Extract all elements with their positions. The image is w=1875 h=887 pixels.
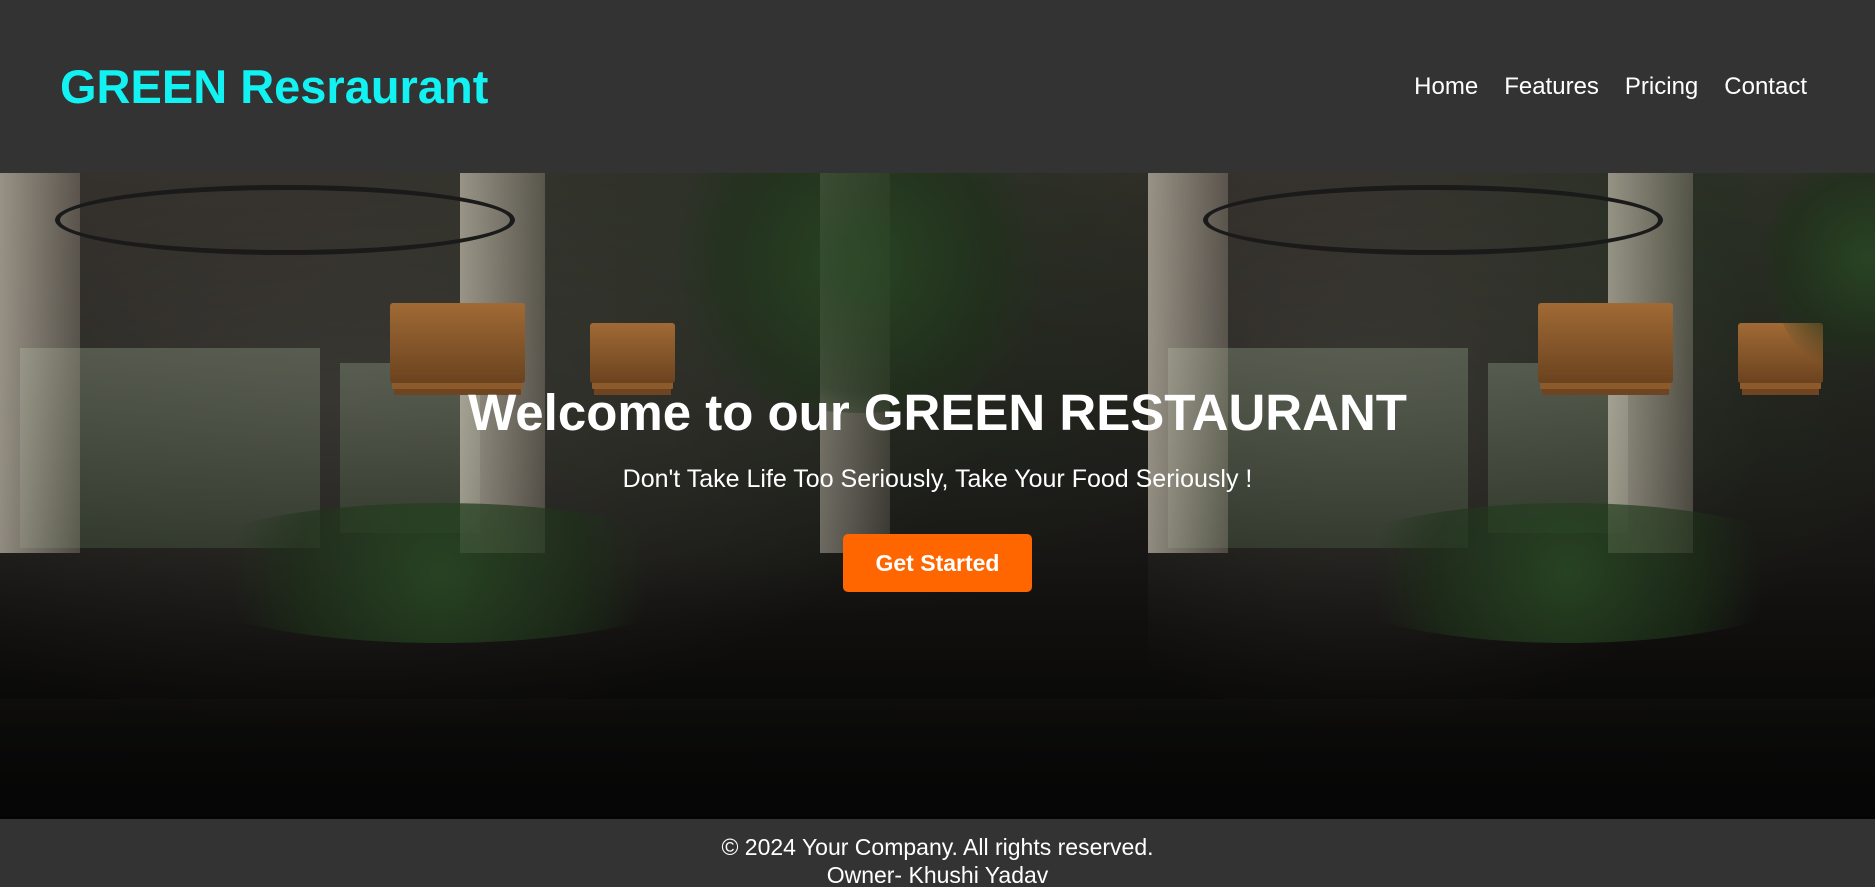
hero-section: Welcome to our GREEN RESTAURANT Don't Ta… bbox=[0, 173, 1875, 819]
nav-link-pricing[interactable]: Pricing bbox=[1625, 73, 1698, 101]
main-nav: Home Features Pricing Contact bbox=[1414, 73, 1807, 101]
hero-title: Welcome to our GREEN RESTAURANT bbox=[468, 384, 1407, 441]
hero-content: Welcome to our GREEN RESTAURANT Don't Ta… bbox=[0, 173, 1875, 819]
hero-subtitle: Don't Take Life Too Seriously, Take Your… bbox=[622, 465, 1253, 494]
nav-link-contact[interactable]: Contact bbox=[1724, 73, 1807, 101]
footer-copyright: © 2024 Your Company. All rights reserved… bbox=[721, 834, 1154, 860]
nav-link-features[interactable]: Features bbox=[1504, 73, 1599, 101]
site-header: GREEN Resraurant Home Features Pricing C… bbox=[0, 0, 1875, 173]
site-logo[interactable]: GREEN Resraurant bbox=[60, 63, 488, 110]
footer-owner: Owner- Khushi Yadav bbox=[826, 862, 1049, 887]
site-footer: © 2024 Your Company. All rights reserved… bbox=[0, 819, 1875, 887]
get-started-button[interactable]: Get Started bbox=[843, 534, 1032, 593]
nav-link-home[interactable]: Home bbox=[1414, 73, 1478, 101]
